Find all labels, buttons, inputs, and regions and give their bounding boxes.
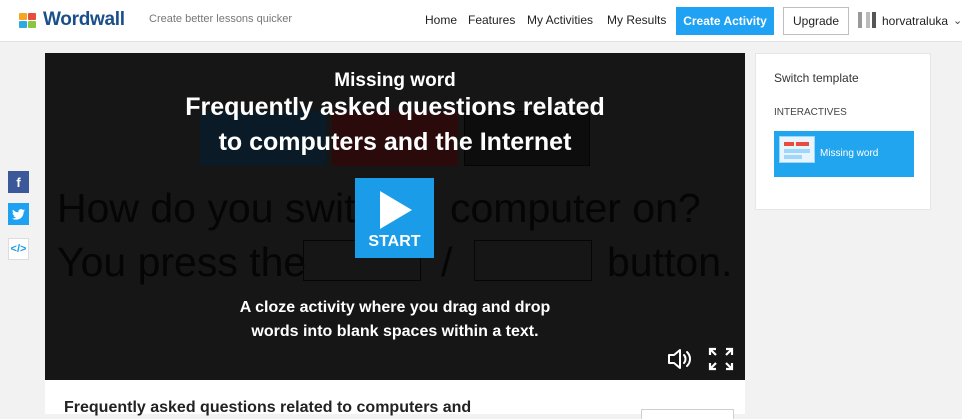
avatar xyxy=(858,12,878,29)
activity-info-card: Frequently asked questions related to co… xyxy=(45,380,745,419)
wordwall-logo[interactable]: Wordwall xyxy=(19,9,125,31)
upgrade-button[interactable]: Upgrade xyxy=(783,7,849,35)
blank-space-2 xyxy=(474,240,592,281)
missing-word-thumbnail-icon xyxy=(779,136,815,163)
nav-home[interactable]: Home xyxy=(425,13,457,27)
fullscreen-icon[interactable] xyxy=(708,347,734,371)
play-icon xyxy=(380,191,412,229)
facebook-share-button[interactable]: f xyxy=(8,171,29,193)
wordwall-logo-icon xyxy=(19,12,39,29)
embed-button[interactable]: </> xyxy=(8,238,29,260)
top-navbar: Wordwall Create better lessons quicker H… xyxy=(0,0,962,42)
interactives-heading: INTERACTIVES xyxy=(774,107,847,118)
chevron-down-icon: ⌄ xyxy=(953,15,962,27)
bg-slash: / xyxy=(441,239,453,285)
start-label: START xyxy=(368,233,421,250)
activity-title-line1: Frequently asked questions related xyxy=(185,93,605,121)
bg-answer-start: You press the xyxy=(57,239,307,285)
twitter-share-button[interactable]: t xyxy=(8,203,29,225)
bg-question-end: computer on? xyxy=(450,185,701,231)
tagline: Create better lessons quicker xyxy=(149,13,293,25)
username: horvatraluka xyxy=(882,13,949,28)
sound-icon[interactable] xyxy=(667,348,693,370)
template-name: Missing word xyxy=(334,70,456,91)
user-menu[interactable]: horvatraluka ⌄ xyxy=(858,12,962,29)
nav-my-activities[interactable]: My Activities xyxy=(527,13,593,27)
start-button[interactable]: START xyxy=(355,178,434,258)
create-activity-button[interactable]: Create Activity xyxy=(676,7,774,35)
activity-title: Frequently asked questions related to co… xyxy=(64,399,472,416)
description-line1: A cloze activity where you drag and drop xyxy=(239,299,551,316)
nav-my-results[interactable]: My Results xyxy=(607,13,666,27)
twitter-icon xyxy=(12,208,25,220)
description-line2: words into blank spaces within a text. xyxy=(251,323,539,340)
switch-template-panel: Switch template INTERACTIVES Missing wor… xyxy=(755,53,931,210)
activity-description: A cloze activity where you drag and drop… xyxy=(45,296,745,344)
activity-player[interactable]: How do you switc computer on? You press … xyxy=(45,53,745,380)
switch-template-heading: Switch template xyxy=(774,71,859,85)
bg-answer-end: button. xyxy=(607,239,733,285)
nav-features[interactable]: Features xyxy=(468,13,515,27)
activity-action-button[interactable] xyxy=(641,409,734,419)
bg-question-text: How do you switc xyxy=(57,185,377,231)
template-missing-word[interactable]: Missing word xyxy=(774,131,914,177)
embed-code-icon: </> xyxy=(10,243,27,255)
template-label: Missing word xyxy=(820,148,879,159)
facebook-icon: f xyxy=(16,174,21,190)
activity-title-line2: to computers and the Internet xyxy=(218,128,572,156)
brand-name: Wordwall xyxy=(43,9,125,30)
